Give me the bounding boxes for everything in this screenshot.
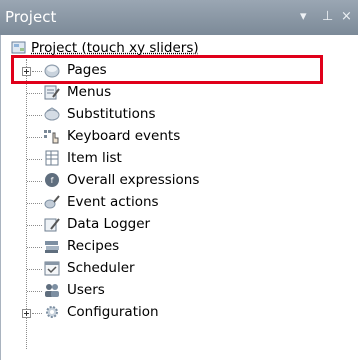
overall-expressions-icon: f: [45, 173, 59, 187]
recipes-icon: [45, 241, 59, 253]
pages-highlight-box: [11, 55, 323, 84]
tree-item-label: Substitutions: [67, 106, 156, 122]
substitutions-icon: [44, 107, 60, 121]
tree-item-label: Menus: [67, 84, 112, 100]
tree-root-label: Project (touch xy sliders): [31, 40, 199, 56]
close-icon[interactable]: ×: [341, 9, 352, 24]
tree-item-users[interactable]: Users: [1, 280, 358, 302]
tree-item-label: Users: [67, 282, 105, 298]
tree-item-label: Keyboard events: [67, 128, 181, 144]
tree-item-label: Recipes: [67, 238, 120, 254]
tree-item-keyboard-events[interactable]: Keyboard events: [1, 126, 358, 148]
svg-text:f: f: [51, 176, 54, 185]
tree-item-overall-expressions[interactable]: f Overall expressions: [1, 170, 358, 192]
event-actions-icon: [44, 195, 60, 209]
tree-item-menus[interactable]: Menus: [1, 82, 358, 104]
tree-item-label: Event actions: [67, 194, 159, 210]
tree-item-substitutions[interactable]: Substitutions: [1, 104, 358, 126]
users-icon: [45, 284, 59, 297]
configuration-icon: [46, 306, 58, 318]
tree-item-label: Item list: [67, 150, 122, 166]
tree-item-data-logger[interactable]: Data Logger: [1, 214, 358, 236]
menus-icon: [44, 85, 60, 100]
tree-item-scheduler[interactable]: Scheduler: [1, 258, 358, 280]
expand-icon[interactable]: [22, 309, 31, 318]
tree-item-label: Data Logger: [67, 216, 151, 232]
panel-titlebar: Project ▾ ⊥ ×: [0, 0, 358, 35]
dropdown-icon[interactable]: ▾: [300, 9, 307, 24]
tree-item-event-actions[interactable]: Event actions: [1, 192, 358, 214]
tree-item-label: Scheduler: [67, 260, 135, 276]
pin-icon[interactable]: ⊥: [322, 9, 333, 24]
tree-item-label: Configuration: [67, 304, 159, 320]
panel-title: Project: [5, 8, 57, 26]
data-logger-icon: [44, 218, 60, 232]
item-list-icon: [45, 150, 59, 166]
tree-item-item-list[interactable]: Item list: [1, 148, 358, 170]
tree-item-label: Overall expressions: [67, 172, 200, 188]
tree-item-configuration[interactable]: Configuration: [1, 302, 358, 324]
tree-item-recipes[interactable]: Recipes: [1, 236, 358, 258]
keyboard-events-icon: [44, 130, 59, 144]
scheduler-icon: [44, 261, 60, 276]
